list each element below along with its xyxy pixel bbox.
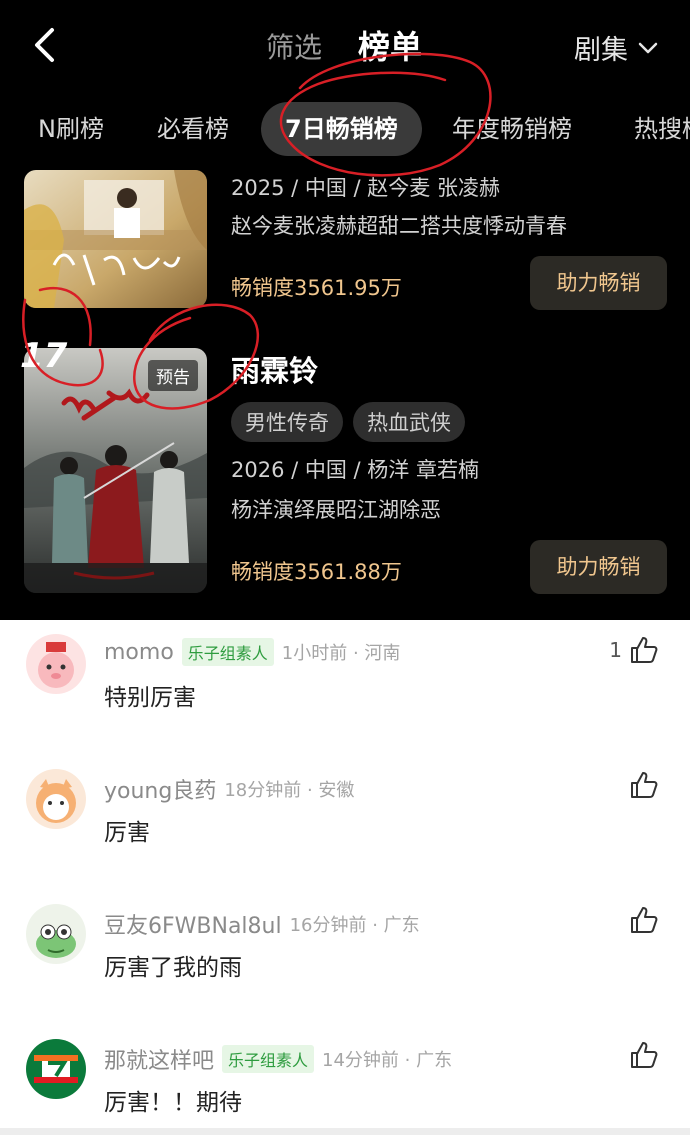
drama-poster[interactable] bbox=[24, 170, 207, 308]
username[interactable]: young良药 bbox=[104, 773, 216, 805]
drama-meta: 2025 / 中国 / 赵今麦 张凌赫 bbox=[231, 176, 500, 200]
comment-text: 特别厉害 bbox=[104, 685, 196, 711]
tab-must-watch[interactable]: 必看榜 bbox=[157, 102, 229, 156]
comment-item: 豆友6FWBNal8ul 16分钟前 · 广东 厉害了我的雨 bbox=[0, 892, 690, 1012]
comment-text: 厉害 bbox=[104, 820, 150, 846]
like-button[interactable] bbox=[622, 1039, 660, 1071]
rank-number: 17 bbox=[20, 336, 68, 376]
comment-item: 那就这样吧 乐子组素人 14分钟前 · 广东 厉害！！期待 bbox=[0, 1027, 690, 1135]
trailer-badge: 预告 bbox=[148, 360, 198, 391]
username[interactable]: 那就这样吧 bbox=[104, 1043, 214, 1075]
username[interactable]: momo bbox=[104, 640, 174, 665]
comment-item: momo 乐子组素人 1小时前 · 河南 特别厉害 1 bbox=[0, 622, 690, 742]
ranking-tabs: N刷榜 必看榜 7日畅销榜 年度畅销榜 热搜榜 bbox=[0, 102, 690, 156]
comment-time: 16分钟前 · 广东 bbox=[289, 915, 420, 936]
genre-tag[interactable]: 男性传奇 bbox=[231, 402, 343, 442]
comment-time: 18分钟前 · 安徽 bbox=[224, 780, 355, 801]
category-label: 剧集 bbox=[574, 35, 628, 66]
avatar[interactable] bbox=[26, 769, 86, 829]
tab-annual-bestseller[interactable]: 年度畅销榜 bbox=[452, 102, 572, 156]
user-badge: 乐子组素人 bbox=[222, 1045, 315, 1073]
comment-header: young良药 18分钟前 · 安徽 bbox=[104, 773, 354, 805]
boost-sales-button[interactable]: 助力畅销 bbox=[530, 256, 667, 310]
ranking-item[interactable]: 17 预告 雨霖铃 男性传奇 热血武侠 2026 / 中国 / 杨洋 章若楠 杨… bbox=[0, 336, 690, 600]
genre-tags: 男性传奇 热血武侠 bbox=[231, 402, 465, 442]
page-title[interactable]: 榜单 bbox=[358, 22, 422, 68]
user-badge: 乐子组素人 bbox=[181, 638, 274, 666]
like-button[interactable] bbox=[622, 769, 660, 801]
comment-time: 1小时前 · 河南 bbox=[281, 643, 401, 664]
avatar[interactable] bbox=[26, 1039, 86, 1099]
avatar[interactable] bbox=[26, 904, 86, 964]
thumbs-up-icon bbox=[631, 772, 658, 798]
like-button[interactable]: 1 bbox=[609, 634, 660, 666]
drama-title[interactable]: 雨霖铃 bbox=[231, 348, 318, 390]
comment-header: 那就这样吧 乐子组素人 14分钟前 · 广东 bbox=[104, 1043, 452, 1075]
thumbs-up-icon bbox=[631, 907, 658, 933]
genre-tag[interactable]: 热血武侠 bbox=[353, 402, 465, 442]
sales-score: 畅销度3561.88万 bbox=[231, 560, 402, 584]
comment-header: 豆友6FWBNal8ul 16分钟前 · 广东 bbox=[104, 908, 420, 940]
tab-7day-bestseller[interactable]: 7日畅销榜 bbox=[261, 102, 422, 156]
comment-text: 厉害！！期待 bbox=[104, 1090, 242, 1116]
ranking-item[interactable]: 2025 / 中国 / 赵今麦 张凌赫 赵今麦张凌赫超甜二搭共度悸动青春 畅销度… bbox=[0, 170, 690, 310]
username[interactable]: 豆友6FWBNal8ul bbox=[104, 908, 282, 940]
avatar[interactable] bbox=[26, 634, 86, 694]
sales-score: 畅销度3561.95万 bbox=[231, 276, 402, 300]
comment-text: 厉害了我的雨 bbox=[104, 955, 242, 981]
drama-description: 赵今麦张凌赫超甜二搭共度悸动青春 bbox=[231, 214, 567, 238]
bottom-divider bbox=[0, 1128, 690, 1135]
tab-n-rewatch[interactable]: N刷榜 bbox=[38, 102, 104, 156]
boost-sales-button[interactable]: 助力畅销 bbox=[530, 540, 667, 594]
comment-header: momo 乐子组素人 1小时前 · 河南 bbox=[104, 638, 400, 666]
comment-time: 14分钟前 · 广东 bbox=[322, 1050, 453, 1071]
like-button[interactable] bbox=[622, 904, 660, 936]
ranking-panel: 筛选 榜单 剧集 N刷榜 必看榜 7日畅销榜 年度畅销榜 热搜榜 bbox=[0, 0, 690, 620]
comment-item: young良药 18分钟前 · 安徽 厉害 bbox=[0, 757, 690, 877]
category-dropdown[interactable]: 剧集 bbox=[574, 28, 658, 67]
drama-description: 杨洋演绎展昭江湖除恶 bbox=[231, 498, 441, 522]
like-count: 1 bbox=[609, 638, 622, 662]
thumbs-up-icon bbox=[631, 1042, 658, 1068]
drama-meta: 2026 / 中国 / 杨洋 章若楠 bbox=[231, 458, 479, 482]
back-arrow-icon[interactable] bbox=[30, 26, 60, 64]
filter-tab[interactable]: 筛选 bbox=[266, 26, 322, 66]
thumbs-up-icon bbox=[631, 637, 658, 663]
chevron-down-icon bbox=[638, 42, 658, 53]
tab-hot-search[interactable]: 热搜榜 bbox=[634, 102, 690, 156]
